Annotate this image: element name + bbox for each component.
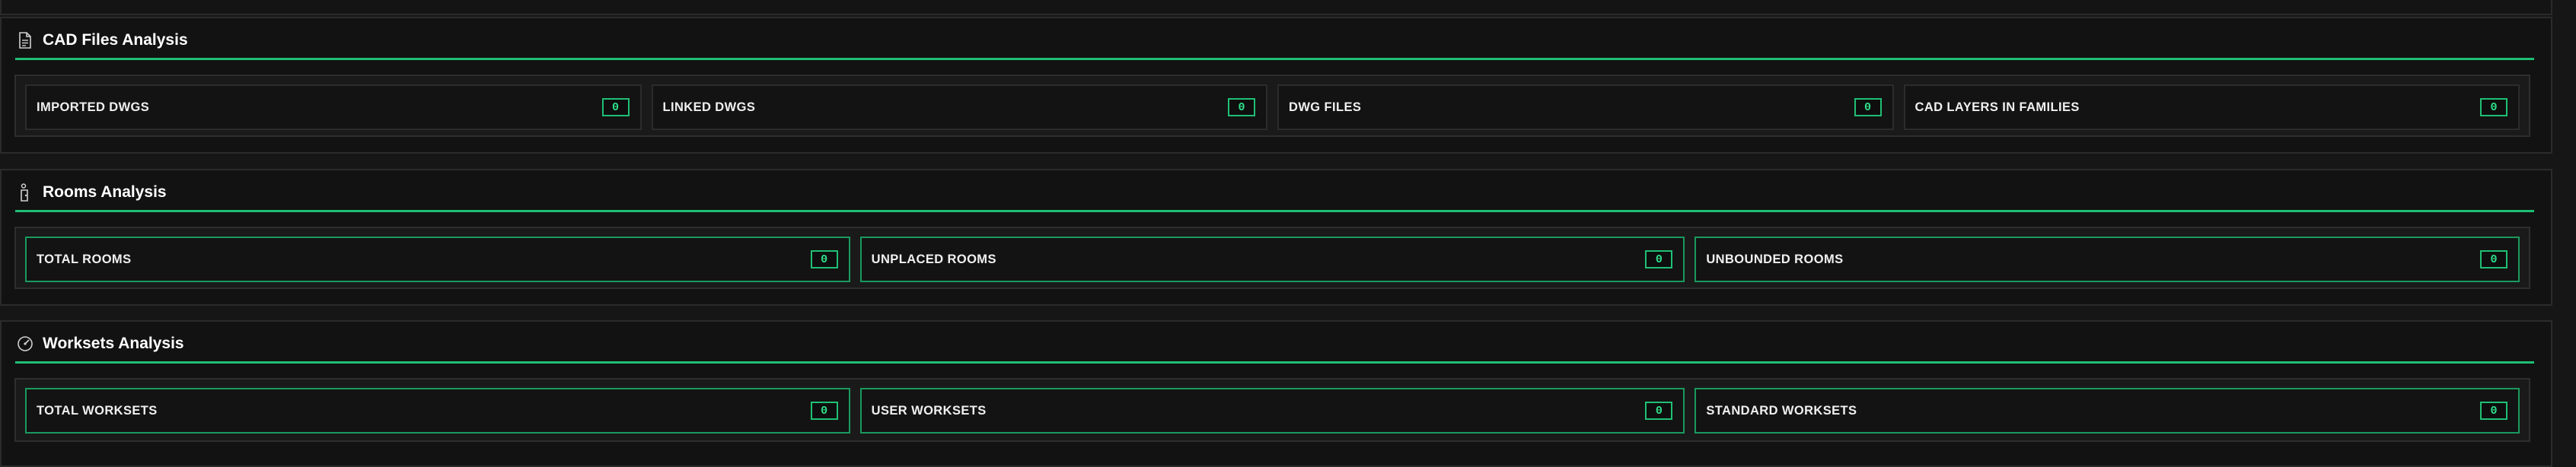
metric-value: 0: [1645, 402, 1673, 420]
metric-label: CAD LAYERS IN FAMILIES: [1914, 100, 2080, 114]
worksets-section: Worksets Analysis TOTAL WORKSETS 0 USER …: [0, 320, 2552, 467]
metrics-grid: IMPORTED DWGS 0 LINKED DWGS 0 DWG FILES …: [14, 75, 2530, 137]
metric-value: 0: [2480, 250, 2508, 268]
section-header: CAD Files Analysis: [15, 27, 2534, 60]
metric-card-standard-worksets: STANDARD WORKSETS 0: [1694, 388, 2520, 434]
door-icon: [15, 183, 35, 202]
section-title: Rooms Analysis: [43, 183, 167, 201]
previous-section-edge: [0, 0, 2552, 15]
metric-label: UNPLACED ROOMS: [871, 252, 996, 266]
scrollbar-track[interactable]: [2556, 0, 2576, 467]
metric-label: STANDARD WORKSETS: [1706, 403, 1857, 418]
metric-card-total-worksets: TOTAL WORKSETS 0: [25, 388, 850, 434]
section-title: Worksets Analysis: [43, 335, 184, 352]
metric-label: DWG FILES: [1289, 100, 1362, 114]
cad-files-section: CAD Files Analysis IMPORTED DWGS 0 LINKE…: [0, 17, 2552, 154]
gauge-icon: [15, 334, 35, 354]
metric-card-dwg-files: DWG FILES 0: [1277, 84, 1894, 130]
metric-label: USER WORKSETS: [871, 403, 987, 418]
metric-card-unbounded-rooms: UNBOUNDED ROOMS 0: [1694, 237, 2520, 282]
metric-card-user-worksets: USER WORKSETS 0: [859, 388, 1685, 434]
metric-value: 0: [2480, 98, 2507, 116]
metric-label: IMPORTED DWGS: [37, 100, 150, 114]
metric-label: UNBOUNDED ROOMS: [1706, 252, 1844, 266]
metric-value: 0: [810, 250, 838, 268]
metric-card-unplaced-rooms: UNPLACED ROOMS 0: [859, 237, 1685, 282]
section-title: CAD Files Analysis: [43, 31, 188, 49]
section-header: Worksets Analysis: [15, 331, 2534, 364]
metrics-grid: TOTAL WORKSETS 0 USER WORKSETS 0 STANDAR…: [14, 378, 2530, 442]
rooms-section: Rooms Analysis TOTAL ROOMS 0 UNPLACED RO…: [0, 169, 2552, 306]
metric-card-imported-dwgs: IMPORTED DWGS 0: [25, 84, 642, 130]
metric-value: 0: [810, 402, 838, 420]
metric-card-total-rooms: TOTAL ROOMS 0: [25, 237, 850, 282]
metric-value: 0: [1854, 98, 1882, 116]
metric-label: LINKED DWGS: [662, 100, 756, 114]
metric-value: 0: [2480, 402, 2508, 420]
metric-value: 0: [601, 98, 630, 116]
metric-value: 0: [1228, 98, 1255, 116]
section-header: Rooms Analysis: [15, 179, 2534, 212]
metric-card-linked-dwgs: LINKED DWGS 0: [651, 84, 1267, 130]
metrics-grid: TOTAL ROOMS 0 UNPLACED ROOMS 0 UNBOUNDED…: [14, 227, 2530, 289]
metric-label: TOTAL WORKSETS: [37, 403, 158, 418]
file-icon: [15, 30, 35, 50]
metric-label: TOTAL ROOMS: [37, 252, 132, 266]
metric-value: 0: [1645, 250, 1673, 268]
metric-card-cad-layers-in-families: CAD LAYERS IN FAMILIES 0: [1903, 84, 2520, 130]
